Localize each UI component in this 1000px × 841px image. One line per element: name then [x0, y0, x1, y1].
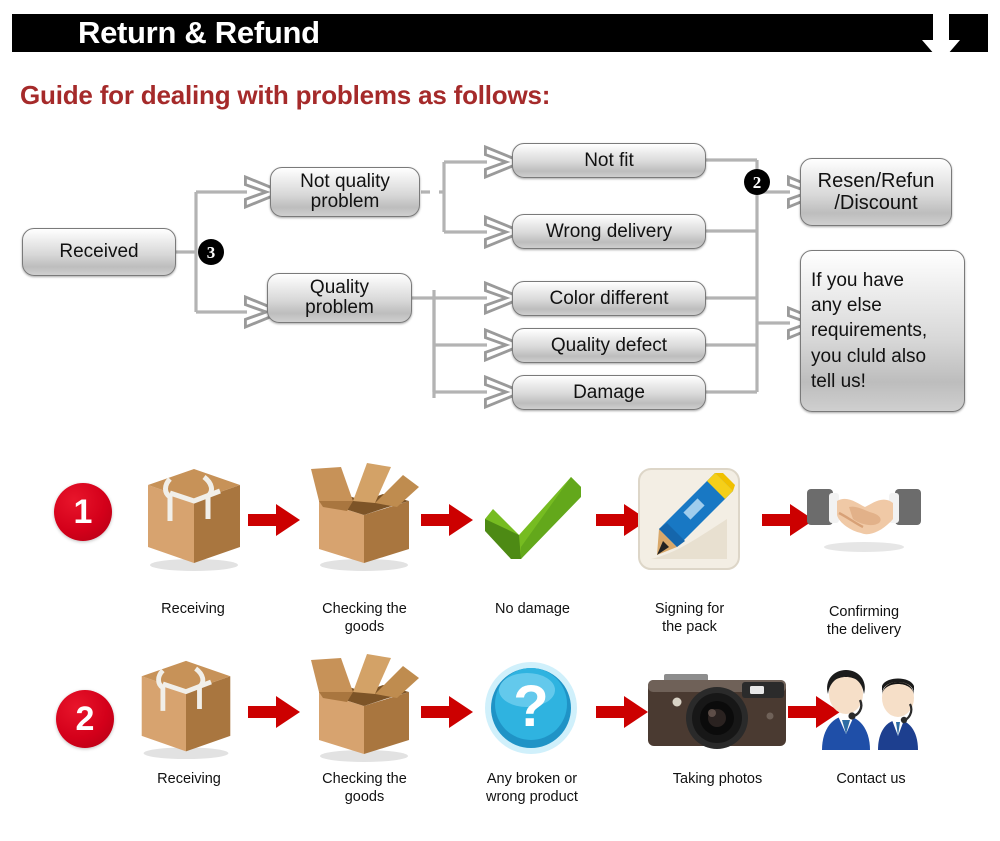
flow-marker-3: 3	[198, 239, 224, 265]
guide-heading: Guide for dealing with problems as follo…	[20, 80, 551, 110]
red-right-arrow-icon	[421, 504, 473, 536]
process-row-2: 2 Receiving Checking the goods ? Any bro…	[0, 640, 1000, 840]
flow-node-resend-refund-discount[interactable]: Resen/Refun /Discount	[800, 158, 952, 226]
flow-marker-2: 2	[744, 169, 770, 195]
return-refund-page: Return & Refund Guide for dealing with p…	[0, 0, 1000, 841]
page-title: Return & Refund	[78, 15, 320, 50]
step-label-2-2: Checking the goods	[322, 771, 407, 806]
pencil-signing-icon	[638, 468, 740, 570]
step-label-2-3: Any broken or wrong product	[486, 771, 578, 806]
step-label-2-4: Taking photos	[672, 771, 763, 787]
step-label-1-4: Signing for the pack	[654, 601, 725, 636]
handshake-icon	[807, 489, 921, 552]
open-box-icon	[311, 654, 419, 762]
step-label-1-2: Checking the goods	[322, 601, 407, 636]
green-check-icon	[485, 477, 581, 559]
open-box-icon	[311, 463, 419, 571]
flow-node-quality-problem[interactable]: Quality problem	[267, 273, 412, 323]
step-label-2-1: Receiving	[157, 771, 221, 787]
red-right-arrow-icon	[248, 504, 300, 536]
flow-node-not-quality-problem[interactable]: Not quality problem	[270, 167, 420, 217]
red-right-arrow-icon	[248, 696, 300, 728]
svg-text:?: ?	[513, 674, 548, 739]
red-right-arrow-icon	[421, 696, 473, 728]
flow-node-quality-defect[interactable]: Quality defect	[512, 328, 706, 363]
problem-flowchart: Received Not quality problem Quality pro…	[0, 130, 1000, 430]
closed-box-icon	[148, 469, 240, 571]
support-agents-icon	[822, 670, 918, 750]
red-right-arrow-icon	[596, 696, 648, 728]
step-label-1-3: No damage	[495, 601, 570, 617]
blue-question-icon: ?	[485, 662, 577, 754]
step-number-badge-1: 1	[54, 483, 112, 541]
process-row-1: 1 Receiving Checking the goods No damage…	[0, 455, 1000, 655]
flow-node-wrong-delivery[interactable]: Wrong delivery	[512, 214, 706, 249]
closed-box-icon	[141, 660, 231, 760]
flow-node-color-different[interactable]: Color different	[512, 281, 706, 316]
step-label-1-1: Receiving	[161, 601, 225, 617]
step-label-2-5: Contact us	[836, 771, 906, 787]
flow-node-received[interactable]: Received	[22, 228, 176, 276]
down-arrow-icon	[922, 14, 960, 62]
step-label-1-5: Confirming the delivery	[826, 604, 902, 639]
flow-node-any-else-requirements[interactable]: If you have any else requirements, you c…	[800, 250, 965, 412]
camera-icon	[648, 674, 786, 749]
step-number-badge-2: 2	[56, 690, 114, 748]
flow-node-damage[interactable]: Damage	[512, 375, 706, 410]
flow-node-not-fit[interactable]: Not fit	[512, 143, 706, 178]
